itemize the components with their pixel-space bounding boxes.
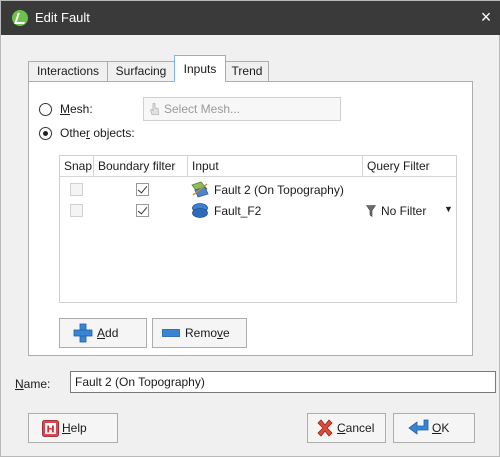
funnel-icon xyxy=(366,205,376,217)
ok-button[interactable]: OK xyxy=(393,413,475,443)
tab-trend[interactable]: Trend xyxy=(225,61,269,82)
column-header-input[interactable]: Input xyxy=(188,156,363,177)
mesh-radio-option[interactable]: Mesh: xyxy=(39,100,93,118)
snap-checkbox[interactable] xyxy=(70,183,83,196)
svg-text:H: H xyxy=(46,424,54,435)
edit-fault-dialog: Edit Fault × Interactions Surfacing Inpu… xyxy=(0,0,500,457)
name-input[interactable]: Fault 2 (On Topography) xyxy=(70,371,496,393)
mesh-radio-label: Mesh: xyxy=(60,102,93,116)
boundary-filter-checkbox[interactable] xyxy=(136,204,149,217)
cancel-button-label: Cancel xyxy=(337,421,375,435)
inputs-table: Snap Boundary filter Input Query Filter … xyxy=(59,155,457,303)
fault-surface-icon xyxy=(191,181,209,198)
column-header-boundary-filter[interactable]: Boundary filter xyxy=(94,156,188,177)
help-icon: H xyxy=(42,419,59,437)
column-header-query-filter[interactable]: Query Filter xyxy=(363,156,456,177)
remove-button-label: Remove xyxy=(185,326,230,340)
cancel-x-icon xyxy=(317,419,333,437)
mesh-radio[interactable] xyxy=(39,102,52,116)
hand-pointer-icon xyxy=(150,103,159,115)
add-button-label: Add xyxy=(97,326,119,340)
select-mesh-button[interactable]: Select Mesh... xyxy=(143,97,341,121)
title-bar: Edit Fault × xyxy=(1,1,500,35)
select-mesh-label: Select Mesh... xyxy=(164,102,241,116)
tab-surfacing[interactable]: Surfacing xyxy=(107,61,175,82)
query-filter-value[interactable]: No Filter xyxy=(381,204,426,218)
snap-checkbox[interactable] xyxy=(70,204,83,217)
other-objects-radio[interactable] xyxy=(39,126,52,140)
enter-arrow-icon xyxy=(408,419,429,435)
chevron-down-icon[interactable]: ▼ xyxy=(444,204,453,214)
other-objects-radio-label: Other objects: xyxy=(60,126,135,140)
table-row[interactable]: Fault_F2 No Filter ▼ xyxy=(60,201,456,221)
help-button[interactable]: H Help xyxy=(28,413,118,443)
help-button-label: Help xyxy=(62,421,87,435)
cancel-button[interactable]: Cancel xyxy=(307,413,386,443)
window-title: Edit Fault xyxy=(35,10,90,25)
boundary-filter-checkbox[interactable] xyxy=(136,183,149,196)
column-header-snap[interactable]: Snap xyxy=(60,156,94,177)
name-label: Name: xyxy=(15,377,51,391)
ok-button-label: OK xyxy=(432,421,450,435)
close-button[interactable]: × xyxy=(471,1,500,35)
inputs-tab-panel: Mesh: Select Mesh... Other objects: Snap… xyxy=(28,81,473,356)
table-row[interactable]: Fault 2 (On Topography) xyxy=(60,180,456,200)
add-button[interactable]: Add xyxy=(59,318,147,348)
minus-icon xyxy=(162,329,180,337)
remove-button[interactable]: Remove xyxy=(152,318,247,348)
fault-blob-icon xyxy=(192,203,208,218)
other-objects-radio-option[interactable]: Other objects: xyxy=(39,124,135,142)
app-logo-icon xyxy=(12,10,28,26)
tab-inputs[interactable]: Inputs xyxy=(174,55,226,82)
input-name: Fault 2 (On Topography) xyxy=(214,183,344,197)
plus-icon xyxy=(73,323,93,343)
input-name: Fault_F2 xyxy=(214,204,262,218)
tab-interactions[interactable]: Interactions xyxy=(28,61,108,82)
